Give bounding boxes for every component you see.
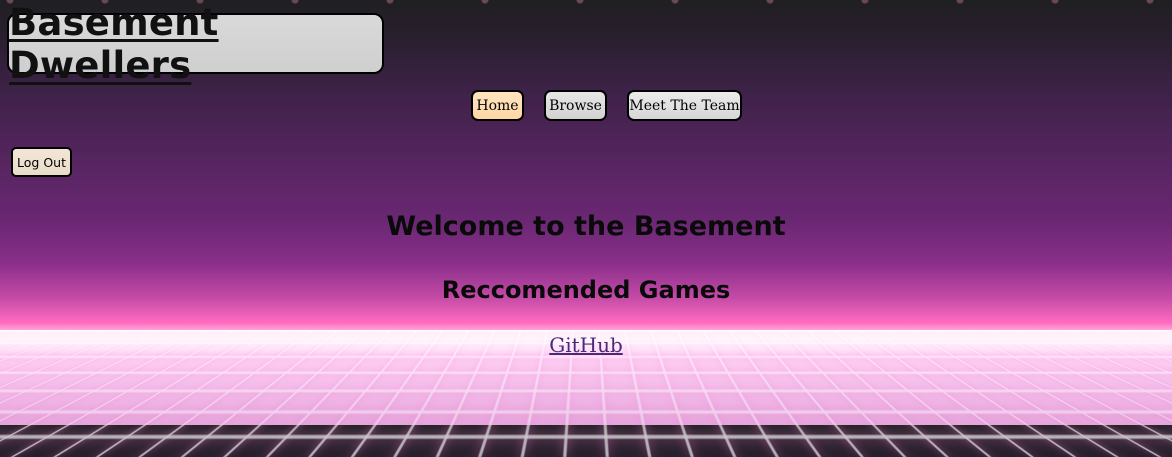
recommended-games-heading: Reccomended Games [441, 276, 731, 304]
github-link[interactable]: GitHub [549, 333, 623, 357]
github-link-container: GitHub [0, 333, 1172, 357]
welcome-heading: Welcome to the Basement [386, 211, 786, 242]
site-title-link[interactable]: Basement Dwellers [9, 1, 382, 87]
nav-browse-button[interactable]: Browse [544, 90, 607, 121]
site-title-box: Basement Dwellers [7, 1, 384, 87]
nav-meet-the-team-button[interactable]: Meet The Team [627, 90, 742, 121]
nav-home-button[interactable]: Home [471, 90, 524, 121]
log-out-button[interactable]: Log Out [11, 147, 72, 177]
